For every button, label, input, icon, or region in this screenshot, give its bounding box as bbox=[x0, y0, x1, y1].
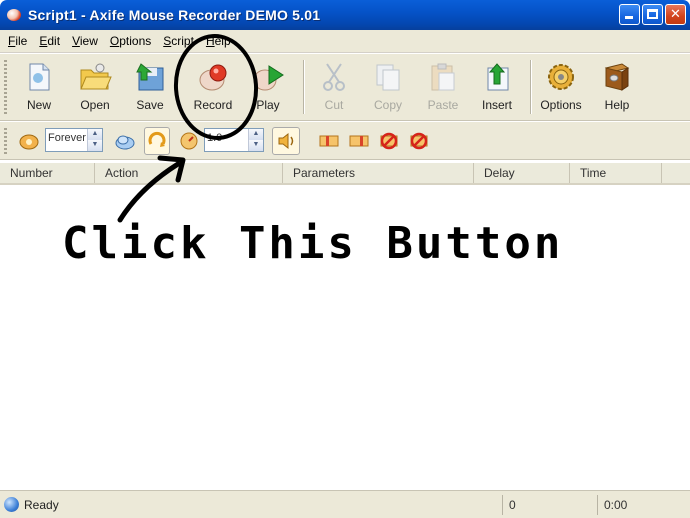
toolbar-separator bbox=[530, 60, 532, 114]
column-action[interactable]: Action bbox=[95, 163, 283, 183]
open-folder-icon bbox=[78, 60, 112, 94]
repeat-count-value[interactable]: Forever bbox=[46, 129, 87, 151]
speed-spinner[interactable]: 1.0 ▲ ▼ bbox=[204, 128, 264, 152]
column-delay[interactable]: Delay bbox=[474, 163, 570, 183]
app-icon[interactable] bbox=[6, 7, 22, 23]
marker-right-icon[interactable] bbox=[348, 130, 370, 152]
menu-view[interactable]: View bbox=[68, 34, 102, 48]
sound-button[interactable] bbox=[272, 127, 300, 155]
column-parameters[interactable]: Parameters bbox=[283, 163, 474, 183]
insert-icon bbox=[480, 60, 514, 94]
copy-icon bbox=[371, 60, 405, 94]
spin-up-button[interactable]: ▲ bbox=[249, 129, 263, 140]
status-bar: Ready 0 0:00 bbox=[0, 490, 690, 518]
menu-edit[interactable]: Edit bbox=[35, 34, 64, 48]
status-time: 0:00 bbox=[597, 495, 690, 515]
speed-value[interactable]: 1.0 bbox=[205, 129, 248, 151]
menu-script[interactable]: Script bbox=[159, 34, 198, 48]
toolbar-separator bbox=[303, 60, 305, 114]
column-number[interactable]: Number bbox=[0, 163, 95, 183]
clear-marker-right-icon[interactable] bbox=[408, 130, 430, 152]
gear-icon bbox=[544, 60, 578, 94]
column-filler bbox=[662, 163, 690, 183]
marker-left-icon[interactable] bbox=[318, 130, 340, 152]
speed-icon[interactable] bbox=[178, 130, 200, 152]
new-button[interactable]: New bbox=[14, 58, 64, 116]
copy-button[interactable]: Copy bbox=[363, 58, 413, 116]
play-button[interactable]: Play bbox=[243, 58, 293, 116]
title-bar: Script1 - Axife Mouse Recorder DEMO 5.01… bbox=[0, 0, 690, 30]
spin-up-button[interactable]: ▲ bbox=[88, 129, 102, 140]
save-icon bbox=[133, 60, 167, 94]
new-icon bbox=[22, 60, 56, 94]
help-book-icon bbox=[600, 60, 634, 94]
menu-bar: File Edit View Options Script Help bbox=[0, 30, 690, 53]
menu-file[interactable]: File bbox=[4, 34, 31, 48]
cut-button[interactable]: Cut bbox=[309, 58, 359, 116]
maximize-button[interactable] bbox=[642, 4, 663, 25]
toolbar-grip[interactable] bbox=[4, 128, 7, 154]
save-button[interactable]: Save bbox=[125, 58, 175, 116]
script-list[interactable] bbox=[0, 185, 690, 490]
toolbar-grip[interactable] bbox=[4, 60, 7, 114]
loop-button[interactable] bbox=[144, 127, 170, 155]
column-time[interactable]: Time bbox=[570, 163, 662, 183]
window-title: Script1 - Axife Mouse Recorder DEMO 5.01 bbox=[28, 7, 321, 23]
repeat-icon[interactable] bbox=[18, 130, 40, 152]
spin-down-button[interactable]: ▼ bbox=[88, 140, 102, 151]
record-button[interactable]: Record bbox=[188, 58, 238, 116]
secondary-toolbar: Forever ▲ ▼ 1.0 ▲ ▼ bbox=[0, 122, 690, 160]
options-button[interactable]: Options bbox=[536, 58, 586, 116]
status-text: Ready bbox=[24, 497, 59, 512]
minimize-button[interactable] bbox=[619, 4, 640, 25]
repeat-count-spinner[interactable]: Forever ▲ ▼ bbox=[45, 128, 103, 152]
main-toolbar: New Open Save Record Play Cut Copy Paste… bbox=[0, 53, 690, 121]
cut-icon bbox=[317, 60, 351, 94]
insert-button[interactable]: Insert bbox=[472, 58, 522, 116]
menu-help[interactable]: Help bbox=[202, 34, 235, 48]
list-header: Number Action Parameters Delay Time bbox=[0, 163, 690, 185]
paste-icon bbox=[426, 60, 460, 94]
cloud-icon[interactable] bbox=[114, 130, 136, 152]
close-button[interactable]: ✕ bbox=[665, 4, 686, 25]
close-icon: ✕ bbox=[670, 7, 681, 22]
paste-button[interactable]: Paste bbox=[418, 58, 468, 116]
help-button[interactable]: Help bbox=[592, 58, 642, 116]
open-button[interactable]: Open bbox=[70, 58, 120, 116]
menu-options[interactable]: Options bbox=[106, 34, 155, 48]
record-icon bbox=[196, 60, 230, 94]
clear-marker-left-icon[interactable] bbox=[378, 130, 400, 152]
globe-icon bbox=[4, 497, 19, 512]
status-count: 0 bbox=[502, 495, 597, 515]
play-icon bbox=[251, 60, 285, 94]
spin-down-button[interactable]: ▼ bbox=[249, 140, 263, 151]
